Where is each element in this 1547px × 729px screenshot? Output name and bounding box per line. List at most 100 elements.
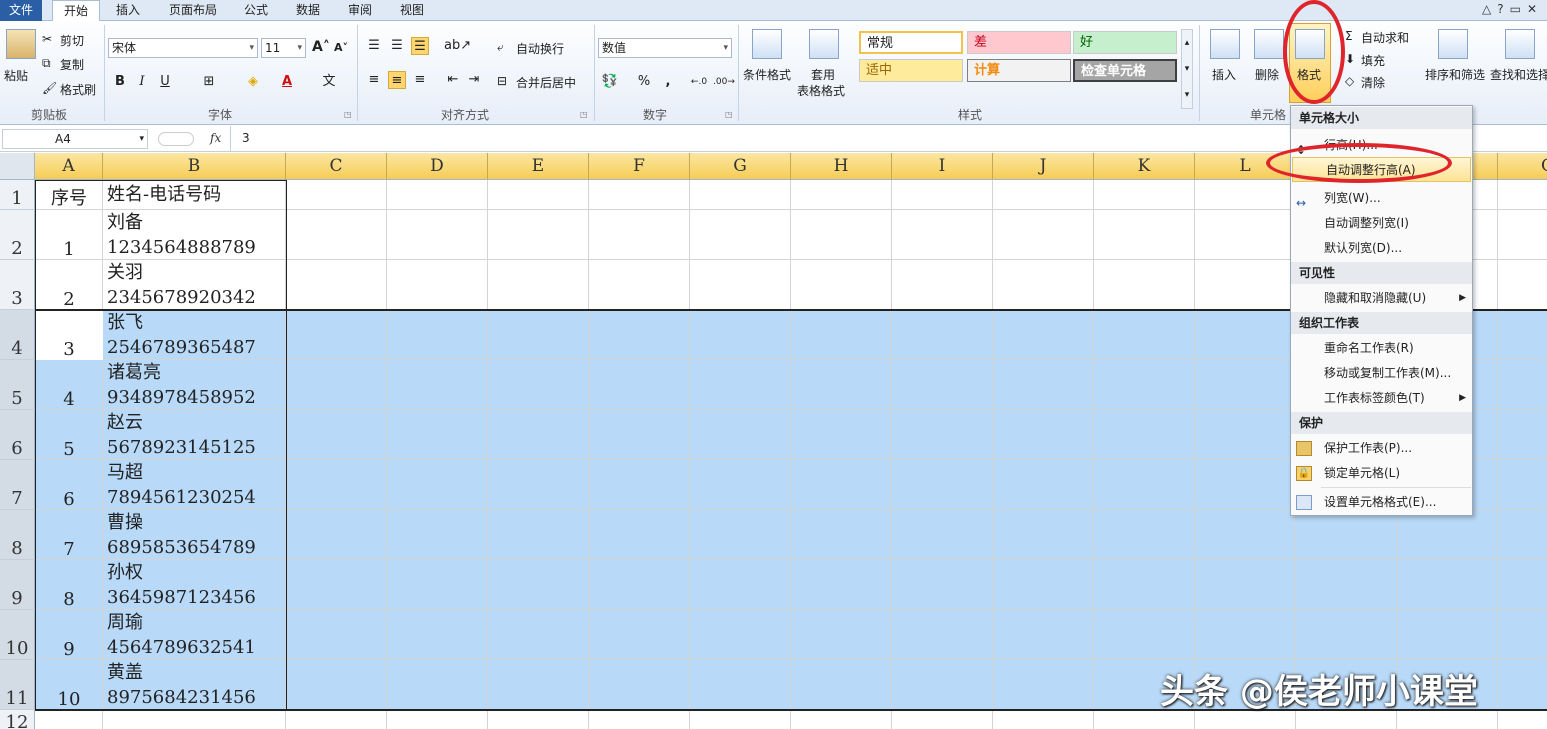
increase-decimal-icon[interactable]: ←.0 [690,73,708,91]
tab-review[interactable]: 审阅 [340,0,380,21]
bold-button[interactable]: B [111,73,129,91]
menu-item-move-copy-sheet[interactable]: 移动或复制工作表(M)... [1291,361,1472,386]
cell-style-5[interactable]: 检查单元格 [1073,59,1177,82]
restore-icon[interactable]: ▭ [1510,2,1527,16]
cell-b[interactable]: 孙权 3645987123456 [104,560,286,610]
paste-icon[interactable] [6,29,36,59]
cell-b[interactable]: 赵云 5678923145125 [104,410,286,460]
row-header[interactable]: 5 [0,360,35,410]
close-icon[interactable]: ✕ [1527,2,1543,16]
menu-item-default-width[interactable]: 默认列宽(D)... [1291,236,1472,261]
align-center-icon[interactable]: ≡ [388,71,406,89]
cell-a[interactable]: 8 [35,560,103,610]
cell-b[interactable]: 张飞 2546789365487 [104,310,286,360]
tab-data[interactable]: 数据 [288,0,328,21]
align-right-icon[interactable]: ≡ [411,71,429,89]
help-icon[interactable]: ? [1497,2,1509,16]
delete-cells-icon[interactable] [1254,29,1284,59]
menu-item-tab-color[interactable]: 工作表标签颜色(T) ▶ [1291,386,1472,411]
merge-icon[interactable]: ⊟ [497,74,507,88]
column-header-h[interactable]: H [791,153,892,180]
insert-cells-icon[interactable] [1210,29,1240,59]
tab-file[interactable]: 文件 [0,0,42,21]
formula-bar-handle[interactable] [158,132,194,146]
align-middle-icon[interactable]: ☰ [388,37,406,55]
row-header[interactable]: 9 [0,560,35,610]
cell-a[interactable]: 1 [35,210,103,260]
cell-style-0[interactable]: 常规 [859,31,963,54]
tab-formulas[interactable]: 公式 [236,0,276,21]
alignment-launcher-icon[interactable]: ◳ [580,110,588,119]
sort-filter-button[interactable]: 排序和筛选 [1425,66,1485,83]
delete-button[interactable]: 删除 [1255,66,1279,83]
italic-button[interactable]: I [133,73,151,91]
conditional-format-icon[interactable] [752,29,782,59]
column-header-a[interactable]: A [35,153,103,180]
column-header-d[interactable]: D [387,153,488,180]
wrap-text-button[interactable]: 自动换行 [516,40,564,57]
row-header[interactable]: 6 [0,410,35,460]
align-top-icon[interactable]: ☰ [365,37,383,55]
cell-b[interactable]: 黄盖 8975684231456 [104,660,286,710]
align-bottom-icon[interactable]: ☰ [411,37,429,55]
column-header-f[interactable]: F [589,153,690,180]
shrink-font-icon[interactable]: A˅ [334,41,348,54]
number-launcher-icon[interactable]: ◳ [725,110,733,119]
tab-home[interactable]: 开始 [52,0,100,22]
table-format-icon[interactable] [809,29,839,59]
cell-a[interactable]: 2 [35,260,103,310]
sort-filter-icon[interactable] [1438,29,1468,59]
cell-style-2[interactable]: 好 [1073,31,1177,54]
select-all-corner[interactable] [0,153,35,180]
row-header[interactable]: 8 [0,510,35,560]
cell-a[interactable]: 4 [35,360,103,410]
column-header-c[interactable]: C [286,153,387,180]
wrap-text-icon[interactable]: ⤶ [497,40,504,55]
cell-a[interactable]: 7 [35,510,103,560]
fill-color-icon[interactable]: ◈ [244,73,262,91]
table-format-line2[interactable]: 表格格式 [797,82,845,99]
row-header[interactable]: 4 [0,310,35,360]
row-header[interactable]: 1 [0,180,35,210]
font-size-select[interactable]: 11 [261,38,306,58]
column-header-k[interactable]: K [1094,153,1195,180]
column-header-e[interactable]: E [488,153,589,180]
cell-a[interactable]: 3 [35,310,103,360]
font-color-icon[interactable]: A [278,73,296,91]
border-icon[interactable]: ⊞ [200,73,218,91]
cell-a[interactable]: 序号 [35,180,103,210]
column-header-i[interactable]: I [892,153,993,180]
cell-style-3[interactable]: 适中 [859,59,963,82]
copy-button[interactable]: 复制 [60,56,84,73]
format-painter-button[interactable]: 格式刷 [60,81,96,98]
cell-a[interactable]: 5 [35,410,103,460]
cell-style-4[interactable]: 计算 [967,59,1071,82]
row-header[interactable]: 10 [0,610,35,660]
align-left-icon[interactable]: ≡ [365,71,383,89]
column-header-b[interactable]: B [103,153,286,180]
cell-b[interactable]: 马超 7894561230254 [104,460,286,510]
menu-item-column-width[interactable]: ↔ 列宽(W)... [1291,186,1472,211]
formula-input[interactable]: 3 [242,131,250,145]
cell-b[interactable]: 刘备 1234564888789 [104,210,286,260]
name-box[interactable]: A4 [2,129,148,149]
tab-insert[interactable]: 插入 [108,0,148,21]
row-header[interactable]: 3 [0,260,35,310]
cell-b[interactable]: 关羽 2345678920342 [104,260,286,310]
paste-button[interactable]: 粘贴 [4,67,28,84]
window-controls[interactable]: △?▭✕ [1482,2,1543,16]
menu-item-lock-cell[interactable]: 🔒 锁定单元格(L) [1291,461,1472,486]
column-header-j[interactable]: J [993,153,1094,180]
insert-function-icon[interactable]: fx [210,131,221,145]
column-header-o[interactable]: O [1498,153,1547,180]
cell-a[interactable]: 10 [35,660,103,710]
tab-view[interactable]: 视图 [392,0,432,21]
find-select-icon[interactable] [1505,29,1535,59]
row-header[interactable]: 12 [0,710,35,729]
cut-icon[interactable]: ✂ [42,32,52,46]
menu-item-protect-sheet[interactable]: 保护工作表(P)... [1291,436,1472,461]
number-format-select[interactable]: 数值 [598,38,732,58]
font-launcher-icon[interactable]: ◳ [344,110,352,119]
orientation-icon[interactable]: ab↗ [444,37,471,55]
conditional-format-button[interactable]: 条件格式 [743,66,791,83]
